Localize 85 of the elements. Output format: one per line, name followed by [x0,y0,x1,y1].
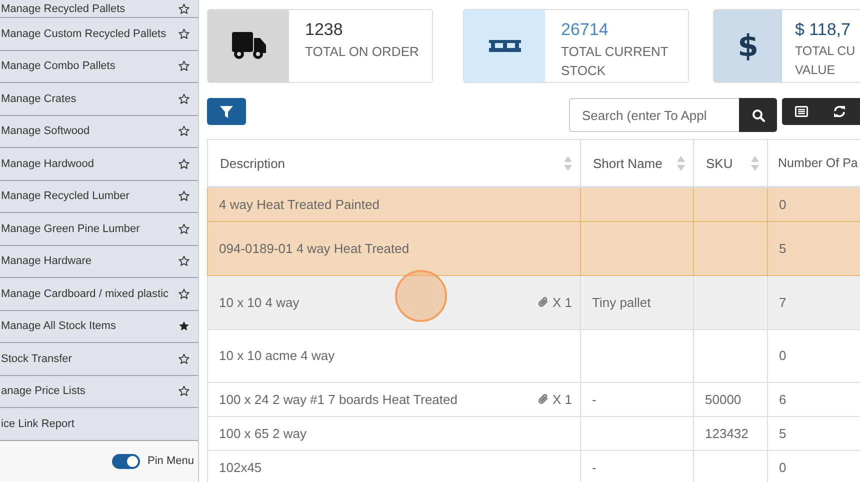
sidebar-item-label: Manage Hardware [1,255,92,268]
table-cell: - [592,392,596,406]
sidebar-item[interactable]: Manage Combo Pallets [0,50,198,83]
table-cell: 10 x 10 4 way [219,294,300,310]
table-cell: 6 [779,392,786,406]
column-header[interactable]: SKU [706,156,733,170]
sidebar-item-label: anage Price Lists [1,385,86,398]
search-button[interactable] [739,98,777,132]
pin-menu-label: Pin Menu [148,455,194,468]
star-icon[interactable] [178,3,190,15]
sidebar-item-label: Manage Recycled Lumber [1,190,130,202]
table-cell: 0 [779,196,786,212]
paperclip-icon[interactable] [538,393,550,405]
star-icon[interactable] [178,60,190,72]
star-icon[interactable] [178,190,190,202]
table-cell: Tiny pallet [592,294,651,310]
sidebar-item[interactable]: Manage Custom Recycled Pallets [0,18,198,50]
search-field[interactable]: Search (enter To Appl [569,98,739,132]
stat-value: $ 118,7 [795,20,852,40]
table-cell: 102x45 [219,460,262,474]
stat-value: 26714 [561,20,610,40]
table-cell: 100 x 65 2 way [219,426,306,440]
star-icon[interactable] [178,222,190,235]
click-indicator [395,270,447,322]
pin-menu-toggle[interactable] [112,454,140,469]
table-cell: - [592,460,596,474]
sidebar-item-label: Manage Recycled Pallets [1,3,126,15]
refresh-icon [832,105,846,118]
sidebar-item-label: Manage Combo Pallets [1,60,116,72]
filter-icon [220,106,233,118]
sidebar-item-label: Manage Hardwood [1,158,94,170]
star-icon[interactable] [178,158,190,170]
table-cell: 094-0189-01 4 way Heat Treated [219,240,410,256]
sidebar-item-label: Manage Green Pine Lumber [1,222,140,235]
table-cell: 10 x 10 acme 4 way [219,348,335,363]
stat-label: TOTAL CURRENT STOCK [561,43,670,80]
table-cell: 4 way Heat Treated Painted [219,196,380,212]
table-cell: 7 [779,294,786,310]
sidebar-item-label: Manage All Stock Items [1,320,116,332]
sidebar-item[interactable]: Manage All Stock Items [0,310,198,343]
sidebar-item-label: Manage Softwood [1,125,90,138]
table-cell: 50000 [705,392,742,406]
star-icon[interactable] [178,288,190,300]
sidebar-item-label: Manage Cardboard / mixed plastic [1,288,169,300]
sidebar-item[interactable]: Manage Hardware [0,246,198,278]
paperclip-icon[interactable] [538,296,550,308]
list-icon [794,106,808,117]
star-icon[interactable] [178,352,190,365]
truck-icon [232,32,266,60]
table-cell: 100 x 24 2 way #1 7 boards Heat Treated [219,392,458,406]
stat-label: TOTAL ON ORDER [305,43,420,61]
attachment-count: X 1 [552,294,572,310]
attachment-count: X 1 [552,392,572,406]
star-icon[interactable] [178,28,190,40]
sidebar-item-label: Stock Transfer [1,352,72,365]
table-cell: 0 [779,348,786,363]
sidebar-item[interactable]: Manage Softwood [0,116,198,148]
pallet-icon [488,40,520,52]
filter-button[interactable] [207,98,246,125]
stat-value: 1238 [305,20,344,40]
sidebar-item[interactable]: Manage Recycled Pallets [0,0,198,18]
table-cell: 123432 [705,426,748,440]
search-icon [752,108,764,122]
sidebar-item[interactable]: anage Price Lists [0,376,198,408]
table-cell: 5 [779,426,786,440]
dollar-icon: $ [738,28,758,64]
table-cell: 0 [779,460,786,474]
sidebar-item[interactable]: Manage Crates [0,83,198,116]
sidebar-item[interactable]: Manage Green Pine Lumber [0,213,198,246]
sidebar-item[interactable]: Manage Hardwood [0,148,198,180]
star-icon[interactable] [178,385,190,398]
star-icon[interactable] [178,255,190,268]
star-icon[interactable] [178,320,190,332]
sidebar-item-label: Manage Crates [1,92,76,105]
star-icon[interactable] [178,125,190,138]
sidebar-item-label: ice Link Report [1,418,74,430]
table-cell: 5 [779,240,786,256]
sidebar-item[interactable]: Manage Recycled Lumber [0,180,198,213]
star-icon[interactable] [178,92,190,105]
sidebar-item[interactable]: Stock Transfer [0,343,198,376]
column-header[interactable]: Short Name [593,156,662,170]
sidebar-item-label: Manage Custom Recycled Pallets [1,28,166,40]
sidebar-item[interactable]: Manage Cardboard / mixed plastic [0,278,198,310]
column-header[interactable]: Description [220,156,286,170]
stat-label: TOTAL CU VALUE [795,43,856,79]
